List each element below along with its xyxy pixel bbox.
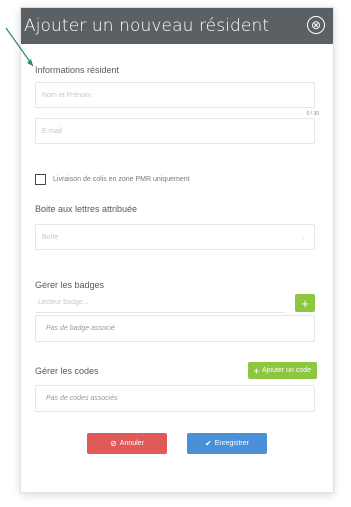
badges-empty-state: Pas de badge associé <box>35 315 315 342</box>
name-input[interactable]: Nom et Prénom <box>35 82 315 108</box>
codes-empty-state: Pas de codes associés <box>35 385 315 412</box>
cancel-icon: ⊘ <box>110 439 117 448</box>
badges-section-title: Gérer les badges <box>35 280 105 290</box>
save-label: Enregistrer <box>214 440 249 447</box>
add-resident-modal: Ajouter un nouveau résident ⊗ Informatio… <box>20 7 334 493</box>
email-input[interactable]: E-mail <box>35 118 315 144</box>
plus-icon: + <box>301 295 309 311</box>
codes-header-row: Gérer les codes + Ajouter un code <box>35 362 317 379</box>
save-button[interactable]: ✔ Enregistrer <box>187 433 267 454</box>
codes-section-title: Gérer les codes <box>35 365 99 376</box>
cancel-label: Annuler <box>119 440 144 447</box>
add-code-label: Ajouter un code <box>261 367 311 374</box>
check-icon: ✔ <box>205 439 212 448</box>
badge-reader-input[interactable]: Lecteur badge... <box>35 293 285 313</box>
close-icon[interactable]: ⊗ <box>307 16 325 34</box>
mailbox-select-value: Boîte <box>42 233 59 241</box>
mailbox-select[interactable]: Boîte ⌄ <box>35 224 315 250</box>
chevron-down-icon: ⌄ <box>300 234 306 241</box>
pmr-option: Livraison de colis en zone PMR uniquemen… <box>35 174 319 185</box>
name-char-counter: 0 / 30 <box>306 111 319 117</box>
plus-icon: + <box>253 365 259 376</box>
pmr-label: Livraison de colis en zone PMR uniquemen… <box>53 176 190 183</box>
add-badge-button[interactable]: + <box>295 294 315 312</box>
modal-title: Ajouter un nouveau résident <box>24 16 270 36</box>
badge-row: Lecteur badge... + <box>35 293 319 313</box>
modal-actions: ⊘ Annuler ✔ Enregistrer <box>35 433 319 454</box>
resident-section-title: Informations résident <box>35 65 120 75</box>
cancel-button[interactable]: ⊘ Annuler <box>87 433 167 454</box>
modal-header: Ajouter un nouveau résident ⊗ <box>21 8 333 44</box>
mailbox-section-title: Boite aux lettres attribuée <box>35 204 138 214</box>
add-code-button[interactable]: + Ajouter un code <box>247 362 317 379</box>
pmr-checkbox[interactable] <box>35 174 46 185</box>
modal-body: Informations résident Nom et Prénom 0 / … <box>21 65 333 454</box>
